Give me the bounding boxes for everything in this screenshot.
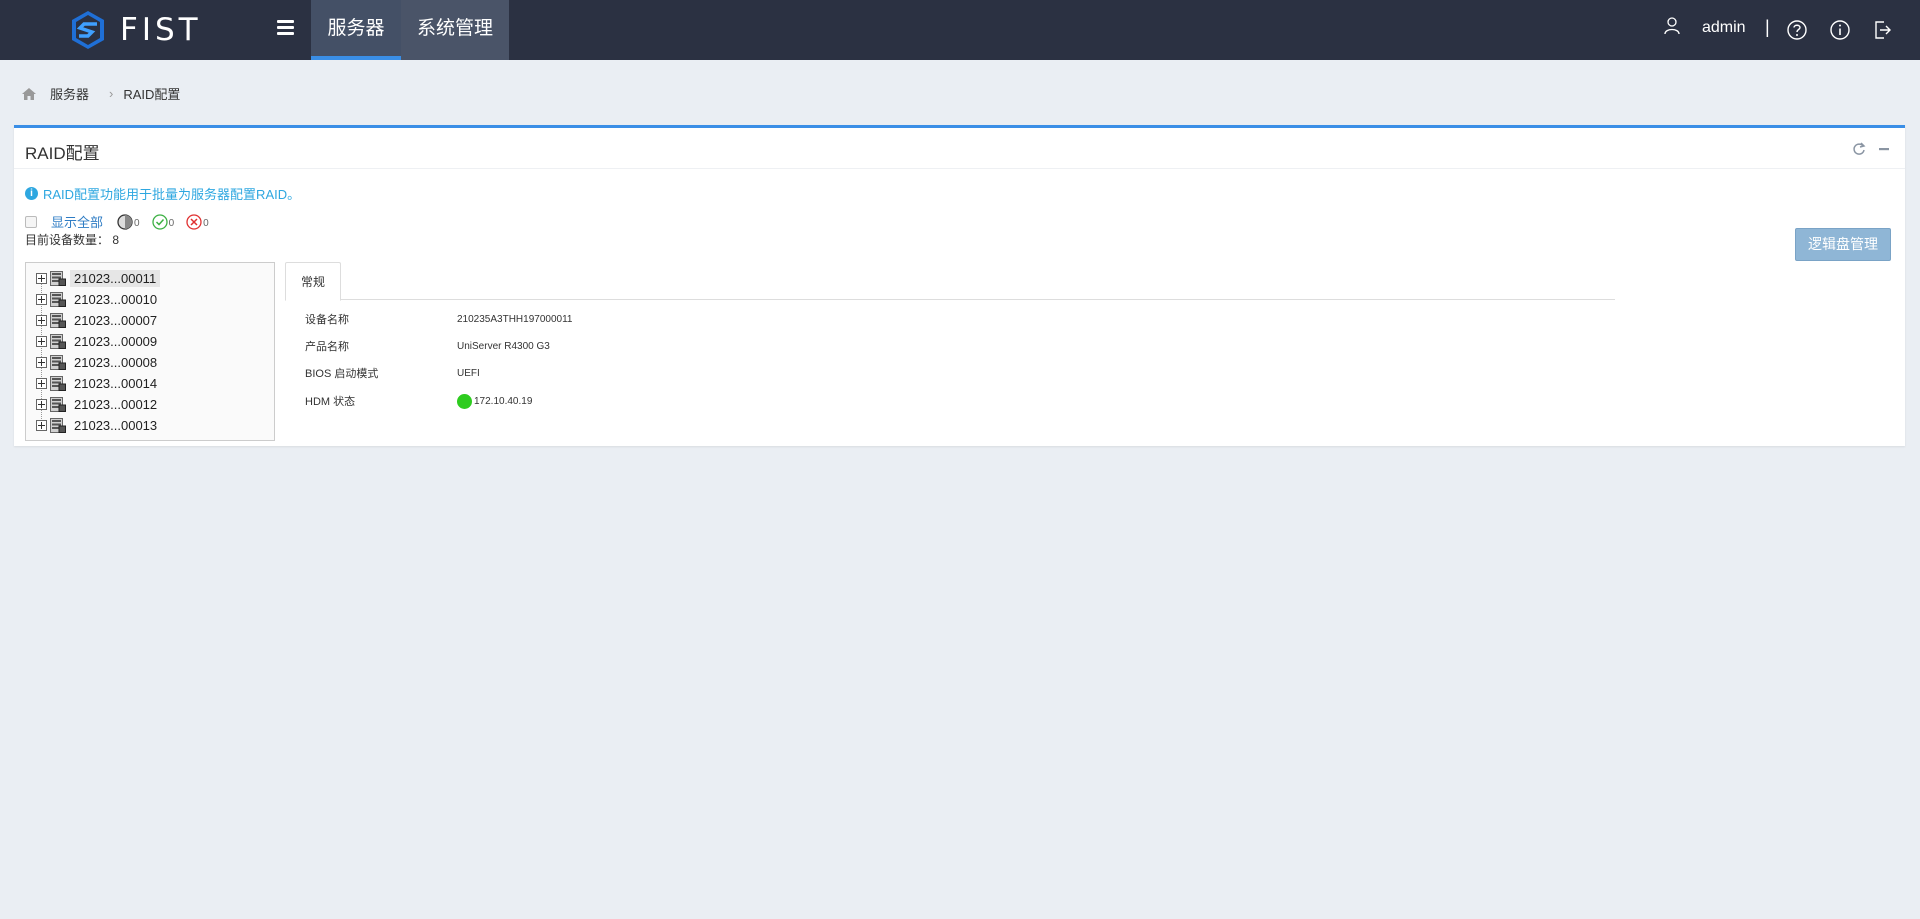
breadcrumb-separator: › [109, 86, 114, 101]
tab-general[interactable]: 常规 [285, 262, 341, 301]
app-logo[interactable]: FIST [70, 10, 202, 50]
tree-node[interactable]: 21023...00009 [26, 331, 274, 352]
nav-tab-servers[interactable]: 服务器 [311, 0, 401, 60]
info-icon: i [25, 187, 38, 200]
tree-node[interactable]: 21023...00011 [26, 268, 274, 289]
tree-node-label[interactable]: 21023...00014 [70, 375, 161, 392]
tree-node-label[interactable]: 21023...00009 [70, 333, 161, 350]
breadcrumb: 服务器 › RAID配置 [22, 84, 180, 103]
tree-node[interactable]: 21023...00010 [26, 289, 274, 310]
user-separator: | [1765, 17, 1770, 37]
expand-icon[interactable] [36, 336, 47, 347]
filter-row: 显示全部 0 0 0 [25, 212, 221, 231]
logical-disk-management-button[interactable]: 逻辑盘管理 [1795, 228, 1891, 261]
tree-node-label[interactable]: 21023...00008 [70, 354, 161, 371]
server-icon [50, 397, 66, 412]
device-count: 目前设备数量： 8 [25, 233, 120, 247]
refresh-icon[interactable] [1852, 142, 1866, 156]
stat-error[interactable]: 0 [186, 213, 209, 230]
tree-node[interactable]: 21023...00014 [26, 373, 274, 394]
stat-pending[interactable]: 0 [117, 213, 140, 230]
error-status-icon [186, 213, 202, 230]
expand-icon[interactable] [36, 399, 47, 410]
info-circle-icon[interactable] [1829, 19, 1851, 41]
expand-icon[interactable] [36, 294, 47, 305]
expand-icon[interactable] [36, 273, 47, 284]
panel-title: RAID配置 [25, 144, 100, 163]
tree-node[interactable]: 21023...00008 [26, 352, 274, 373]
user-icon [1664, 17, 1680, 35]
expand-icon[interactable] [36, 378, 47, 389]
show-all-checkbox[interactable] [25, 215, 37, 228]
server-icon [50, 376, 66, 391]
server-icon [50, 292, 66, 307]
hdm-status-dot [457, 393, 472, 409]
detail-tab-bar: 常规 [285, 262, 1615, 301]
tree-node-label[interactable]: 21023...00011 [70, 270, 161, 287]
panel-header: RAID配置 [14, 128, 1905, 169]
breadcrumb-servers[interactable]: 服务器 [50, 84, 89, 103]
expand-icon[interactable] [36, 315, 47, 326]
pending-status-icon [117, 213, 133, 230]
breadcrumb-raid-config: RAID配置 [123, 87, 181, 102]
server-icon [50, 355, 66, 370]
device-tree: 21023...00011 21023...00010 21023...00007 2… [25, 262, 275, 441]
menu-toggle-icon[interactable] [277, 20, 294, 36]
username-label[interactable]: admin [1702, 19, 1746, 37]
hdm-ip: 172.10.40.19 [474, 395, 533, 407]
server-icon [50, 313, 66, 328]
tree-node-label[interactable]: 21023...00013 [70, 417, 161, 434]
nav-tab-system-management[interactable]: 系统管理 [401, 0, 509, 60]
tree-node[interactable]: 21023...00007 [26, 310, 274, 331]
info-message: i RAID配置功能用于批量为服务器配置RAID。 [25, 184, 300, 203]
prop-row-hdm-status: HDM 状态 172.10.40.19 [305, 393, 533, 409]
top-navigation-bar: FIST 服务器 系统管理 admin | [0, 0, 1920, 60]
prop-row-device-name: 设备名称 210235A3THH197000011 [305, 313, 573, 327]
app-name: FIST [120, 12, 202, 48]
raid-config-panel: RAID配置 i RAID配置功能用于批量为服务器配置RAID。 显示全部 0 [14, 125, 1905, 446]
prop-row-product-name: 产品名称 UniServer R4300 G3 [305, 340, 550, 354]
prop-row-bios-mode: BIOS 启动模式 UEFI [305, 367, 480, 381]
tree-node[interactable]: 21023...00012 [26, 394, 274, 415]
tree-node[interactable]: 21023...00013 [26, 415, 274, 436]
logout-icon[interactable] [1871, 19, 1893, 41]
expand-icon[interactable] [36, 420, 47, 431]
server-icon [50, 418, 66, 433]
logo-icon [72, 11, 104, 49]
success-status-icon [151, 213, 168, 230]
help-circle-icon[interactable] [1786, 19, 1808, 41]
show-all-link[interactable]: 显示全部 [51, 212, 103, 231]
server-icon [50, 334, 66, 349]
info-text: RAID配置功能用于批量为服务器配置RAID。 [43, 187, 301, 202]
home-icon[interactable] [22, 87, 36, 100]
stat-success[interactable]: 0 [151, 213, 174, 230]
tree-node-label[interactable]: 21023...00010 [70, 291, 161, 308]
tree-node-label[interactable]: 21023...00012 [70, 396, 161, 413]
tree-node-label[interactable]: 21023...00007 [70, 312, 161, 329]
expand-icon[interactable] [36, 357, 47, 368]
collapse-icon[interactable] [1877, 142, 1891, 156]
server-icon [50, 271, 66, 286]
